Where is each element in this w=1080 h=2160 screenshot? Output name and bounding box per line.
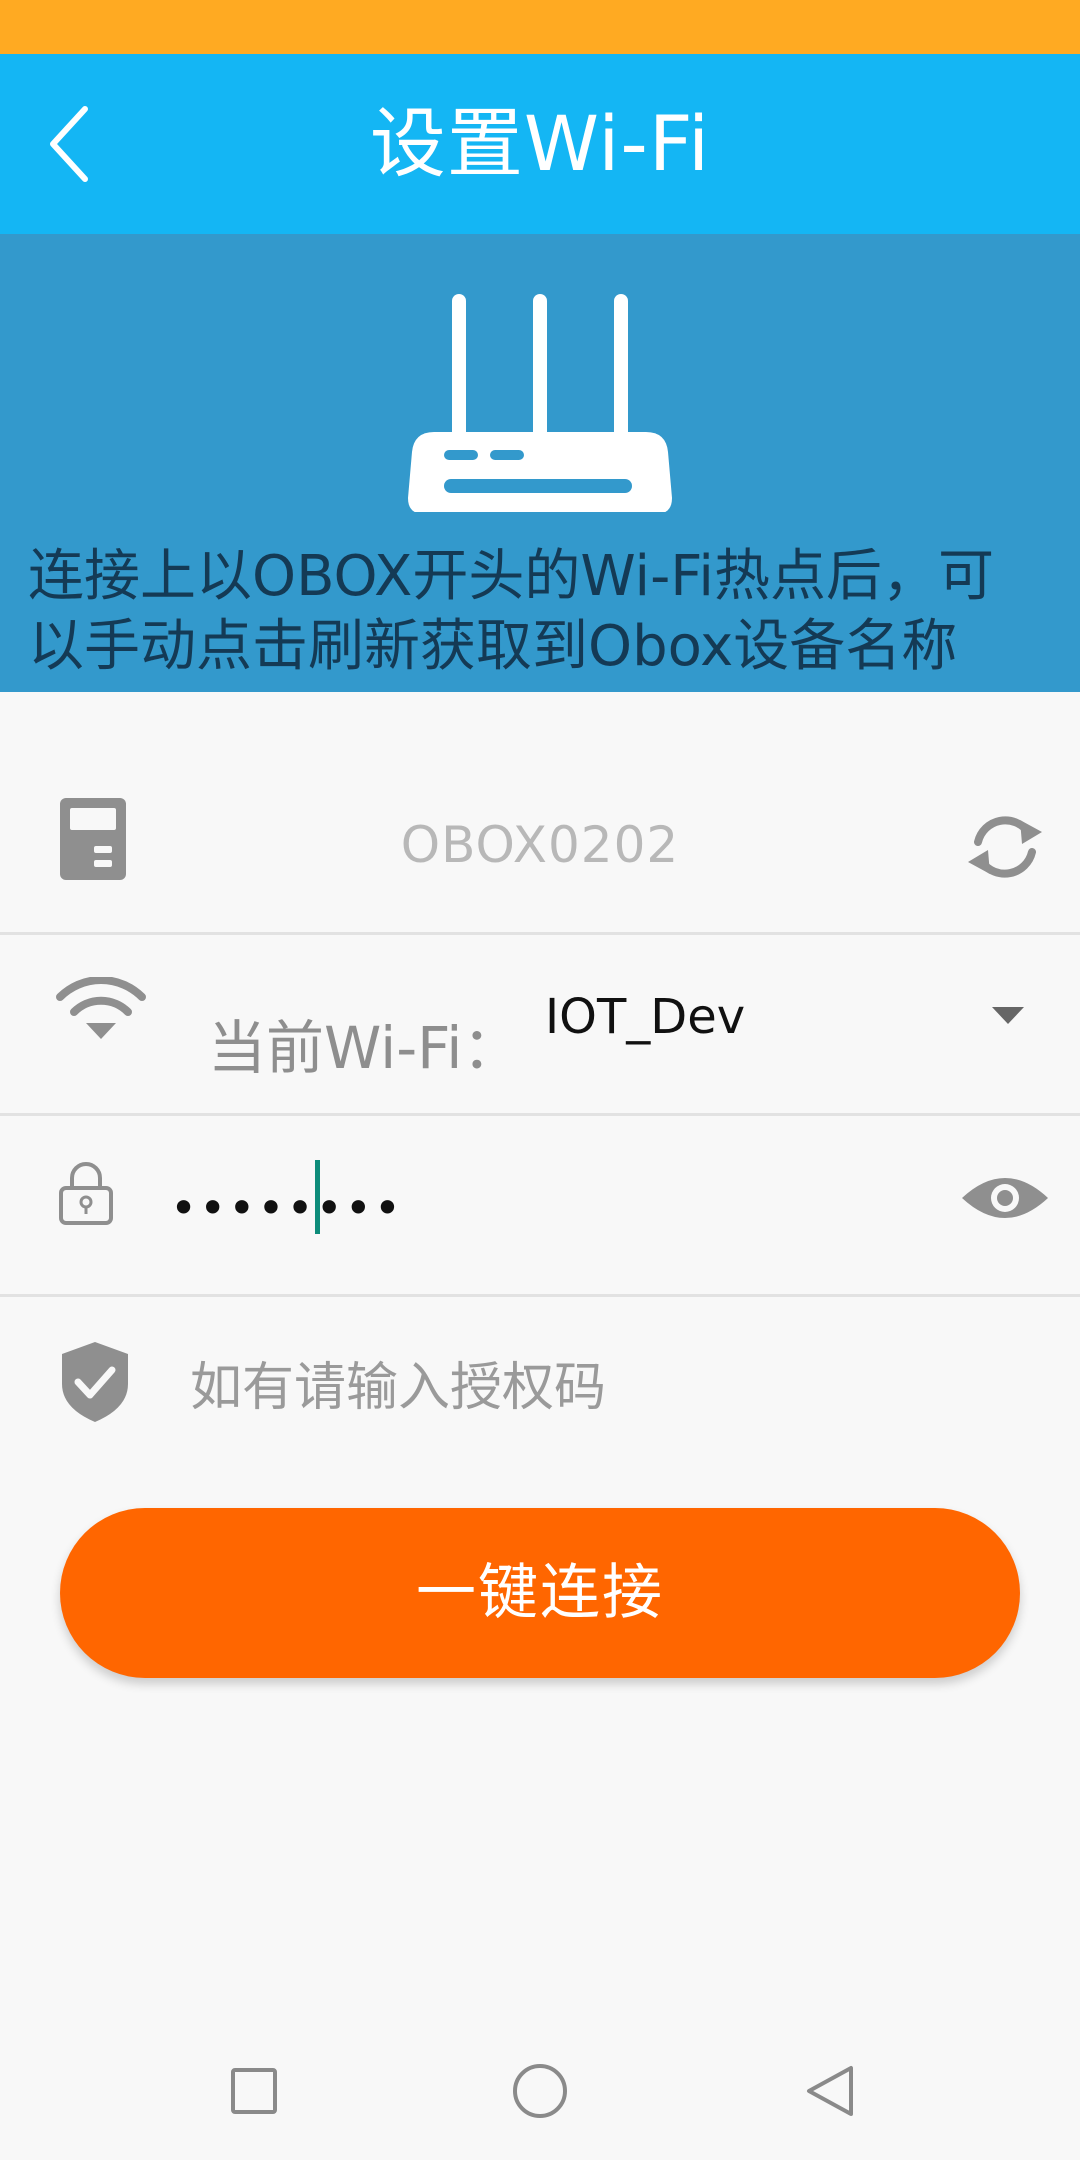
- caret-down-icon: [992, 1007, 1024, 1024]
- square-icon: [231, 2068, 277, 2114]
- wifi-selected-value: IOT_Dev: [545, 989, 746, 1045]
- router-icon: [408, 294, 672, 512]
- home-button[interactable]: [505, 2056, 575, 2126]
- password-row: [0, 1118, 1080, 1293]
- divider: [0, 1113, 1080, 1116]
- banner-instructions: 连接上以OBOX开头的Wi-Fi热点后，可 以手动点击刷新获取到Obox设备名称: [28, 542, 1058, 682]
- wifi-row: 当前Wi-Fi： IOT_Dev: [0, 935, 1080, 1113]
- divider: [0, 1294, 1080, 1297]
- device-name: OBOX0202: [400, 816, 680, 874]
- triangle-back-icon: [807, 2066, 853, 2116]
- text-cursor: [315, 1160, 320, 1234]
- password-input[interactable]: [170, 1158, 930, 1258]
- system-nav-bar: [0, 2020, 1080, 2160]
- circle-icon: [513, 2064, 567, 2118]
- chevron-left-icon: [50, 106, 88, 182]
- banner-line: 连接上以OBOX开头的Wi-Fi热点后，可: [28, 544, 994, 609]
- current-wifi-label: 当前Wi-Fi：: [208, 1014, 521, 1082]
- banner-line: 以手动点击刷新获取到Obox设备名称: [28, 614, 958, 679]
- back-button[interactable]: [26, 94, 116, 194]
- auth-code-row: [0, 1298, 1080, 1468]
- back-nav-button[interactable]: [795, 2056, 865, 2126]
- recent-apps-button[interactable]: [219, 2056, 289, 2126]
- auth-code-input[interactable]: [190, 1338, 1030, 1438]
- info-banner: 连接上以OBOX开头的Wi-Fi热点后，可 以手动点击刷新获取到Obox设备名称: [0, 234, 1080, 692]
- wifi-dropdown[interactable]: IOT_Dev: [540, 975, 1040, 1065]
- refresh-button[interactable]: [960, 802, 1050, 892]
- eye-icon: [962, 1178, 1048, 1218]
- app-bar: 设置Wi-Fi: [0, 54, 1080, 234]
- page-title: 设置Wi-Fi: [369, 99, 711, 188]
- lock-icon: [59, 1162, 113, 1225]
- refresh-icon: [968, 816, 1042, 878]
- shield-check-icon: [62, 1342, 128, 1422]
- toggle-password-visibility-button[interactable]: [960, 1168, 1050, 1248]
- wifi-icon: [56, 977, 146, 1039]
- device-row: OBOX0202: [0, 760, 1080, 930]
- status-bar: [0, 0, 1080, 54]
- connect-button[interactable]: 一键连接: [60, 1508, 1020, 1678]
